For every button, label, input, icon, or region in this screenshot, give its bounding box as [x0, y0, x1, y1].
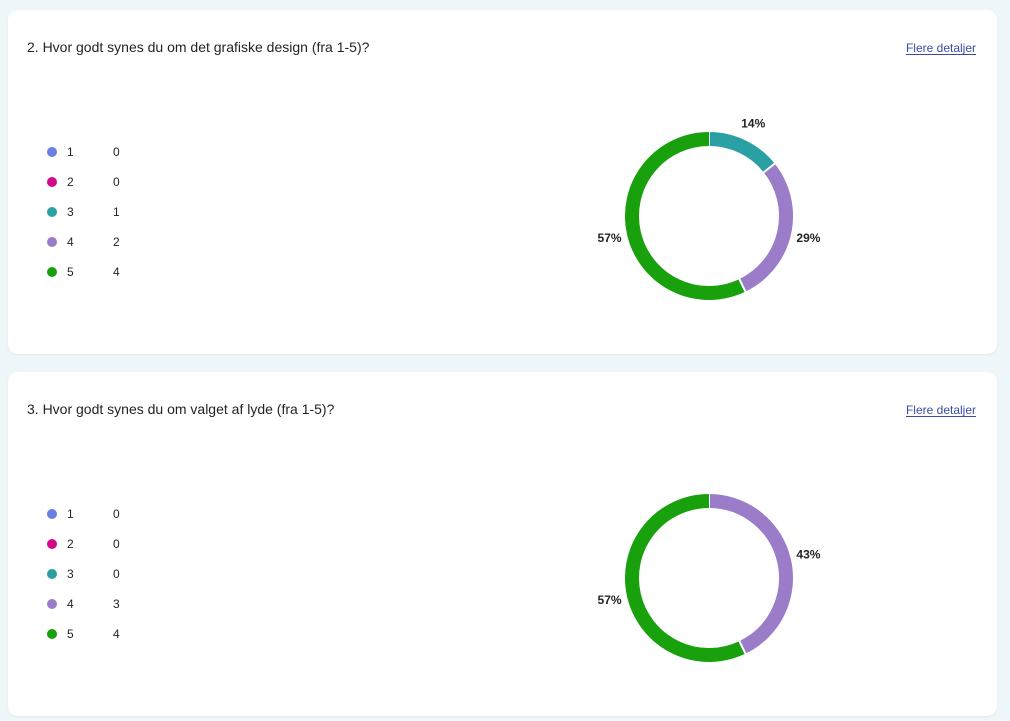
more-details-link[interactable]: Flere detaljer [906, 402, 976, 418]
slice-percent-label: 29% [796, 231, 820, 245]
donut-chart: 43% 57% [598, 493, 821, 662]
legend-item: 4 3 [47, 589, 120, 619]
legend-count: 2 [113, 235, 120, 249]
legend-label: 1 [67, 145, 74, 159]
chart-legend: 1 0 2 0 3 1 4 2 5 4 [47, 137, 120, 287]
legend-label: 1 [67, 507, 74, 521]
legend-label: 5 [67, 265, 74, 279]
legend-item: 1 0 [47, 499, 120, 529]
legend-count: 0 [113, 175, 120, 189]
donut-chart: 14% 29% 57% [598, 116, 821, 300]
slice-percent-label: 57% [598, 593, 622, 607]
legend-label: 5 [67, 627, 74, 641]
legend-label: 2 [67, 175, 74, 189]
legend-label: 2 [67, 537, 74, 551]
chart-legend: 1 0 2 0 3 0 4 3 5 4 [47, 499, 120, 649]
legend-dot-icon [47, 539, 57, 549]
legend-dot-icon [47, 147, 57, 157]
legend-item: 5 4 [47, 257, 120, 287]
legend-dot-icon [47, 509, 57, 519]
legend-item: 5 4 [47, 619, 120, 649]
question-title: 2. Hvor godt synes du om det grafiske de… [27, 39, 370, 55]
legend-item: 4 2 [47, 227, 120, 257]
question-title: 3. Hvor godt synes du om valget af lyde … [27, 401, 335, 417]
donut-slice-4[interactable] [739, 163, 793, 292]
donut-slice-5[interactable] [625, 494, 746, 662]
legend-count: 1 [113, 205, 120, 219]
legend-label: 4 [67, 235, 74, 249]
legend-label: 4 [67, 597, 74, 611]
legend-dot-icon [47, 599, 57, 609]
slice-percent-label: 57% [598, 231, 622, 245]
donut-slice-4[interactable] [708, 494, 793, 654]
legend-dot-icon [47, 267, 57, 277]
legend-count: 4 [113, 627, 120, 641]
legend-dot-icon [47, 569, 57, 579]
more-details-link[interactable]: Flere detaljer [906, 40, 976, 56]
legend-count: 0 [113, 507, 120, 521]
legend-count: 4 [113, 265, 120, 279]
legend-item: 2 0 [47, 529, 120, 559]
question-card-2: 2. Hvor godt synes du om det grafiske de… [8, 10, 997, 354]
legend-item: 2 0 [47, 167, 120, 197]
legend-count: 3 [113, 597, 120, 611]
legend-dot-icon [47, 629, 57, 639]
legend-count: 0 [113, 537, 120, 551]
question-card-3: 3. Hvor godt synes du om valget af lyde … [8, 372, 997, 716]
legend-label: 3 [67, 567, 74, 581]
legend-item: 1 0 [47, 137, 120, 167]
legend-count: 0 [113, 145, 120, 159]
legend-label: 3 [67, 205, 74, 219]
slice-percent-label: 43% [796, 547, 820, 561]
legend-item: 3 1 [47, 197, 120, 227]
legend-dot-icon [47, 207, 57, 217]
legend-count: 0 [113, 567, 120, 581]
legend-item: 3 0 [47, 559, 120, 589]
donut-slice-5[interactable] [625, 132, 746, 300]
legend-dot-icon [47, 177, 57, 187]
donut-slice-3[interactable] [708, 132, 775, 173]
legend-dot-icon [47, 237, 57, 247]
slice-percent-label: 14% [741, 116, 765, 130]
